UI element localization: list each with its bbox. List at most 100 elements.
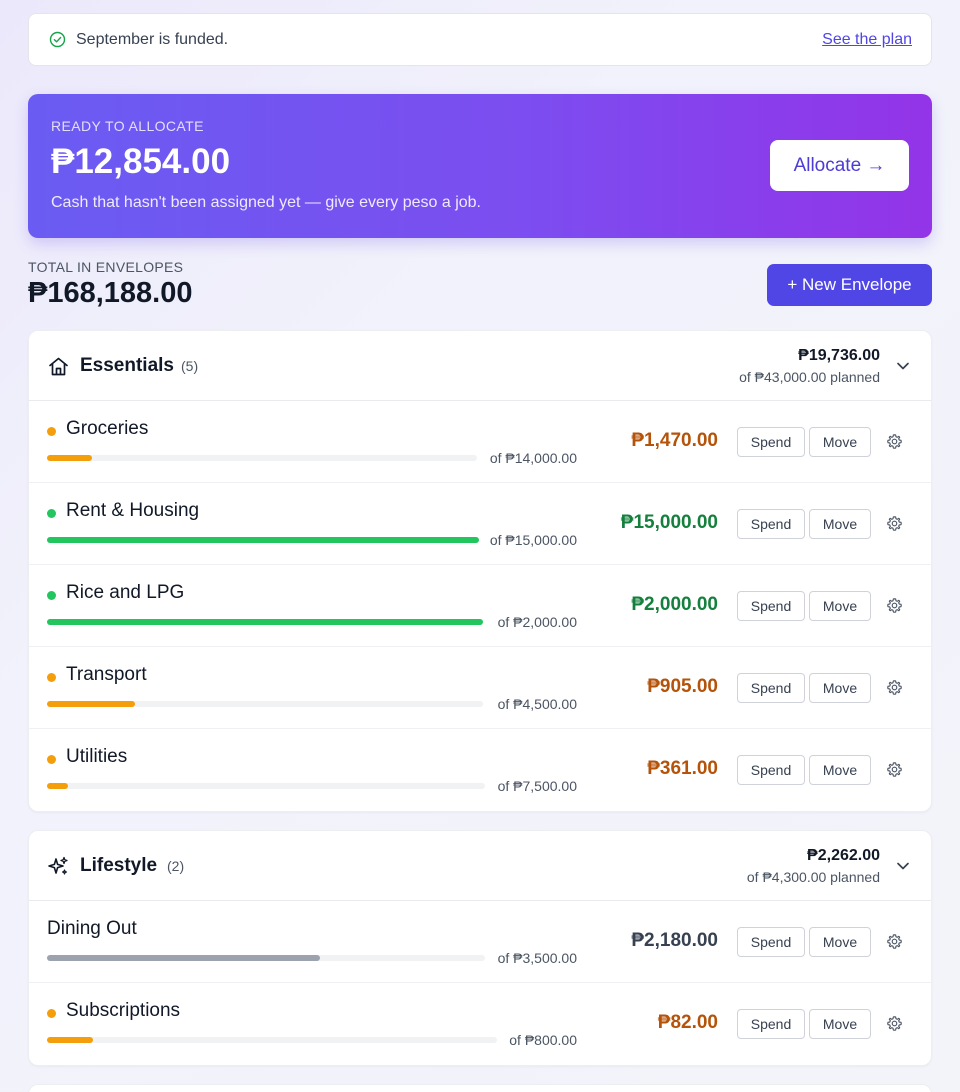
- group-header[interactable]: Essentials (5) ₱19,736.00 of ₱43,000.00 pla…: [29, 331, 931, 401]
- group-name: Essentials: [80, 355, 174, 376]
- move-button[interactable]: Move: [809, 1009, 871, 1039]
- gear-icon[interactable]: [886, 761, 903, 778]
- status-dot: [47, 1009, 56, 1018]
- gear-icon[interactable]: [886, 433, 903, 450]
- progress-fill: [47, 1037, 94, 1043]
- progress-track: [47, 701, 483, 707]
- spend-button[interactable]: Spend: [737, 427, 805, 457]
- funded-banner: September is funded. See the plan: [28, 13, 932, 66]
- envelope-row[interactable]: Rent & Housing of ₱15,000.00 ₱15,000.00 Spe…: [29, 483, 931, 565]
- envelope-amount: ₱905.00: [647, 676, 718, 697]
- status-dot: [47, 427, 56, 436]
- group-planned: of ₱4,300.00 planned: [746, 869, 880, 885]
- move-button[interactable]: Move: [809, 673, 871, 703]
- envelope-target: of ₱3,500.00: [497, 950, 577, 966]
- gear-icon[interactable]: [886, 679, 903, 696]
- envelope-name: Rice and LPG: [66, 582, 185, 603]
- envelope-amount: ₱82.00: [657, 1012, 718, 1033]
- group-name: Lifestyle: [80, 855, 158, 876]
- chevron-down-icon[interactable]: [893, 856, 913, 876]
- progress-track: [47, 455, 477, 461]
- spend-button[interactable]: Spend: [737, 1009, 805, 1039]
- spend-button[interactable]: Spend: [737, 755, 805, 785]
- total-caption: TOTAL IN ENVELOPES: [28, 259, 184, 275]
- envelope-row[interactable]: Groceries of ₱14,000.00 ₱1,470.00 Spend Move: [29, 401, 931, 483]
- envelope-name: Groceries: [66, 418, 149, 439]
- see-plan-link[interactable]: See the plan: [822, 31, 912, 49]
- move-button[interactable]: Move: [809, 591, 871, 621]
- spend-button[interactable]: Spend: [737, 509, 805, 539]
- ready-subtitle: Cash that hasn't been assigned yet — giv…: [51, 194, 481, 211]
- envelope-row[interactable]: Utilities of ₱7,500.00 ₱361.00 Spend Move: [29, 729, 931, 811]
- group-card-lifestyle: Lifestyle (2) ₱2,262.00 of ₱4,300.00 planne…: [28, 830, 932, 1066]
- envelope-name: Utilities: [66, 746, 128, 767]
- check-circle-icon: [49, 31, 66, 48]
- ready-amount: ₱12,854.00: [51, 142, 231, 181]
- totals-row: TOTAL IN ENVELOPES ₱168,188.00 + New Env…: [28, 238, 932, 330]
- banner-message: September is funded.: [76, 30, 229, 48]
- envelope-name: Transport: [66, 664, 147, 685]
- group-planned: of ₱43,000.00 planned: [739, 369, 880, 385]
- spend-button[interactable]: Spend: [737, 591, 805, 621]
- status-dot: [47, 509, 56, 518]
- envelope-row[interactable]: Dining Out of ₱3,500.00 ₱2,180.00 Spend Move: [29, 901, 931, 983]
- status-dot: [47, 755, 56, 764]
- gear-icon[interactable]: [886, 933, 903, 950]
- group-total: ₱2,262.00: [807, 847, 880, 864]
- status-dot: [47, 673, 56, 682]
- progress-track: [47, 783, 485, 789]
- total-amount: ₱168,188.00: [28, 277, 193, 309]
- envelope-target: of ₱2,000.00: [497, 614, 577, 630]
- envelope-amount: ₱2,180.00: [631, 930, 718, 951]
- ready-caption: READY TO ALLOCATE: [51, 118, 204, 134]
- envelope-name: Rent & Housing: [66, 500, 200, 521]
- gear-icon[interactable]: [886, 597, 903, 614]
- new-envelope-button[interactable]: + New Envelope: [767, 264, 932, 306]
- envelope-amount: ₱1,470.00: [631, 430, 718, 451]
- envelope-amount: ₱2,000.00: [631, 594, 718, 615]
- group-card-partial: [28, 1084, 932, 1092]
- chevron-down-icon[interactable]: [893, 356, 913, 376]
- allocate-button[interactable]: Allocate →: [770, 140, 909, 191]
- group-count: (5): [181, 358, 199, 374]
- progress-fill: [47, 701, 135, 707]
- status-dot: [47, 591, 56, 600]
- envelope-target: of ₱15,000.00: [489, 532, 577, 548]
- envelope-name: Dining Out: [47, 918, 137, 939]
- progress-fill: [47, 783, 69, 789]
- envelope-target: of ₱7,500.00: [497, 778, 577, 794]
- envelope-target: of ₱14,000.00: [489, 450, 577, 466]
- move-button[interactable]: Move: [809, 927, 871, 957]
- envelope-amount: ₱361.00: [647, 758, 718, 779]
- sparkles-icon: [47, 855, 70, 878]
- spend-button[interactable]: Spend: [737, 927, 805, 957]
- envelope-row[interactable]: Subscriptions of ₱800.00 ₱82.00 Spend Move: [29, 983, 931, 1065]
- group-card-essentials: Essentials (5) ₱19,736.00 of ₱43,000.00 pla…: [28, 330, 932, 812]
- home-icon: [47, 355, 70, 378]
- group-header[interactable]: Lifestyle (2) ₱2,262.00 of ₱4,300.00 planne…: [29, 831, 931, 901]
- budget-page: September is funded. See the plan READY …: [28, 13, 932, 1092]
- gear-icon[interactable]: [886, 515, 903, 532]
- envelope-groups: Essentials (5) ₱19,736.00 of ₱43,000.00 pla…: [28, 330, 932, 1066]
- spend-button[interactable]: Spend: [737, 673, 805, 703]
- envelope-target: of ₱800.00: [509, 1032, 577, 1048]
- gear-icon[interactable]: [886, 1015, 903, 1032]
- move-button[interactable]: Move: [809, 509, 871, 539]
- progress-fill: [47, 455, 93, 461]
- progress-fill: [47, 955, 320, 961]
- envelope-amount: ₱15,000.00: [620, 512, 718, 533]
- move-button[interactable]: Move: [809, 427, 871, 457]
- progress-fill: [47, 537, 479, 543]
- progress-track: [47, 1037, 497, 1043]
- ready-to-allocate-card: READY TO ALLOCATE ₱12,854.00 Cash that h…: [28, 94, 932, 238]
- envelope-name: Subscriptions: [66, 1000, 181, 1021]
- move-button[interactable]: Move: [809, 755, 871, 785]
- group-total: ₱19,736.00: [798, 347, 880, 364]
- progress-track: [47, 955, 485, 961]
- progress-track: [47, 537, 479, 543]
- envelope-target: of ₱4,500.00: [497, 696, 577, 712]
- envelope-row[interactable]: Rice and LPG of ₱2,000.00 ₱2,000.00 Spend Mo…: [29, 565, 931, 647]
- progress-fill: [47, 619, 483, 625]
- envelope-row[interactable]: Transport of ₱4,500.00 ₱905.00 Spend Move: [29, 647, 931, 729]
- progress-track: [47, 619, 483, 625]
